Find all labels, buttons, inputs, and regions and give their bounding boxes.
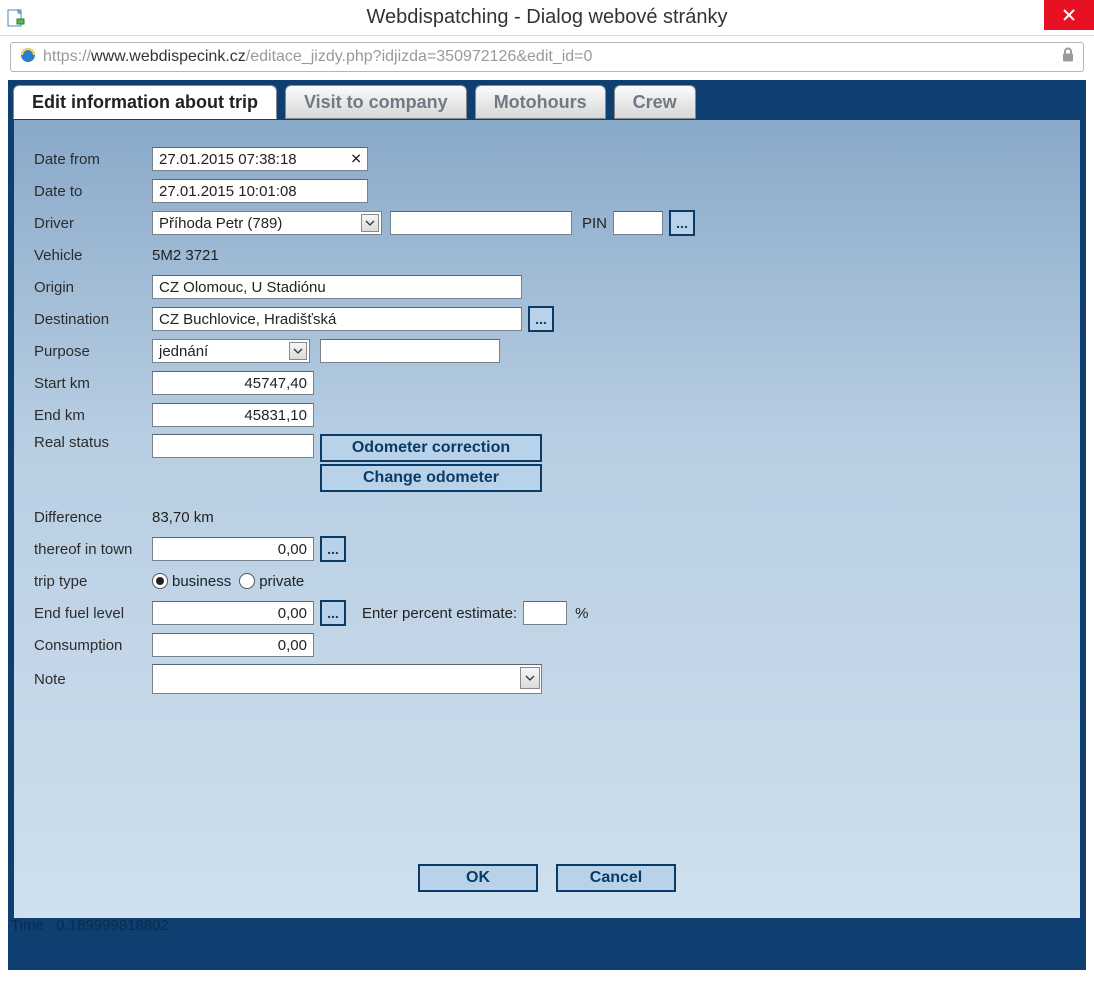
url-host: www.webdispecink.cz [91, 48, 246, 66]
in-town-input[interactable] [152, 537, 314, 561]
start-km-input[interactable] [152, 371, 314, 395]
label-pin: PIN [582, 215, 607, 232]
cancel-button[interactable]: Cancel [556, 864, 676, 892]
label-date-to: Date to [34, 183, 152, 200]
in-town-lookup-button[interactable]: ... [320, 536, 346, 562]
label-percent: % [575, 605, 588, 622]
purpose-select-value: jednání [159, 343, 208, 360]
driver-select[interactable]: Příhoda Petr (789) [152, 211, 382, 235]
date-to-input[interactable] [152, 179, 368, 203]
radio-icon [239, 573, 255, 589]
label-note: Note [34, 671, 152, 688]
ie-icon [19, 46, 37, 69]
url-path: /editace_jizdy.php?idjizda=350972126&edi… [246, 48, 593, 66]
label-end-km: End km [34, 407, 152, 424]
trip-type-private-radio[interactable]: private [239, 573, 304, 590]
tab-label: Crew [633, 92, 677, 113]
purpose-extra-input[interactable] [320, 339, 500, 363]
tab-visit-company[interactable]: Visit to company [285, 85, 467, 119]
consumption-input[interactable] [152, 633, 314, 657]
driver-select-value: Příhoda Petr (789) [159, 215, 282, 232]
tab-label: Motohours [494, 92, 587, 113]
tab-label: Edit information about trip [32, 92, 258, 113]
label-thereof-in-town: thereof in town [34, 541, 152, 558]
chevron-down-icon [289, 342, 307, 360]
odometer-correction-button[interactable]: Odometer correction [320, 434, 542, 462]
url-protocol: https:// [43, 48, 91, 66]
tab-edit-trip[interactable]: Edit information about trip [13, 85, 277, 119]
label-end-fuel: End fuel level [34, 605, 152, 622]
vehicle-value: 5M2 3721 [152, 247, 219, 264]
dialog-buttons: OK Cancel [14, 864, 1080, 892]
time-footer: Time : 0.189999818802 [11, 917, 169, 934]
end-fuel-lookup-button[interactable]: ... [320, 600, 346, 626]
purpose-select[interactable]: jednání [152, 339, 310, 363]
trip-type-business-radio[interactable]: business [152, 573, 231, 590]
lock-icon [1061, 47, 1075, 68]
real-status-input[interactable] [152, 434, 314, 458]
label-difference: Difference [34, 509, 152, 526]
tab-strip: Edit information about trip Visit to com… [13, 85, 1081, 119]
note-input[interactable] [152, 664, 542, 694]
window-titlebar: Webdispatching - Dialog webové stránky [0, 0, 1094, 36]
form-panel: Date from ✕ Date to Driver Příhoda Petr … [13, 119, 1081, 919]
date-from-input[interactable] [152, 147, 368, 171]
note-dropdown-button[interactable] [520, 667, 540, 689]
clear-icon[interactable]: ✕ [350, 151, 362, 168]
destination-lookup-button[interactable]: ... [528, 306, 554, 332]
label-enter-percent: Enter percent estimate: [362, 605, 517, 622]
tab-crew[interactable]: Crew [614, 85, 696, 119]
label-trip-type: trip type [34, 573, 152, 590]
radio-label: business [172, 573, 231, 590]
tab-motohours[interactable]: Motohours [475, 85, 606, 119]
chevron-down-icon [361, 214, 379, 232]
dialog-outer: Edit information about trip Visit to com… [8, 80, 1086, 970]
ok-button[interactable]: OK [418, 864, 538, 892]
driver-extra-input[interactable] [390, 211, 572, 235]
difference-value: 83,70 km [152, 509, 214, 526]
label-destination: Destination [34, 311, 152, 328]
pin-lookup-button[interactable]: ... [669, 210, 695, 236]
window-close-button[interactable] [1044, 0, 1094, 30]
radio-label: private [259, 573, 304, 590]
label-start-km: Start km [34, 375, 152, 392]
destination-input[interactable] [152, 307, 522, 331]
page-icon [6, 8, 26, 28]
label-real-status: Real status [34, 434, 152, 451]
label-date-from: Date from [34, 151, 152, 168]
address-bar: https:// www.webdispecink.cz /editace_ji… [0, 36, 1094, 76]
pin-input[interactable] [613, 211, 663, 235]
label-origin: Origin [34, 279, 152, 296]
origin-input[interactable] [152, 275, 522, 299]
percent-estimate-input[interactable] [523, 601, 567, 625]
end-km-input[interactable] [152, 403, 314, 427]
end-fuel-input[interactable] [152, 601, 314, 625]
label-consumption: Consumption [34, 637, 152, 654]
window-title: Webdispatching - Dialog webové stránky [367, 6, 728, 29]
url-box[interactable]: https:// www.webdispecink.cz /editace_ji… [10, 42, 1084, 72]
tab-label: Visit to company [304, 92, 448, 113]
label-purpose: Purpose [34, 343, 152, 360]
label-vehicle: Vehicle [34, 247, 152, 264]
radio-icon [152, 573, 168, 589]
change-odometer-button[interactable]: Change odometer [320, 464, 542, 492]
label-driver: Driver [34, 215, 152, 232]
